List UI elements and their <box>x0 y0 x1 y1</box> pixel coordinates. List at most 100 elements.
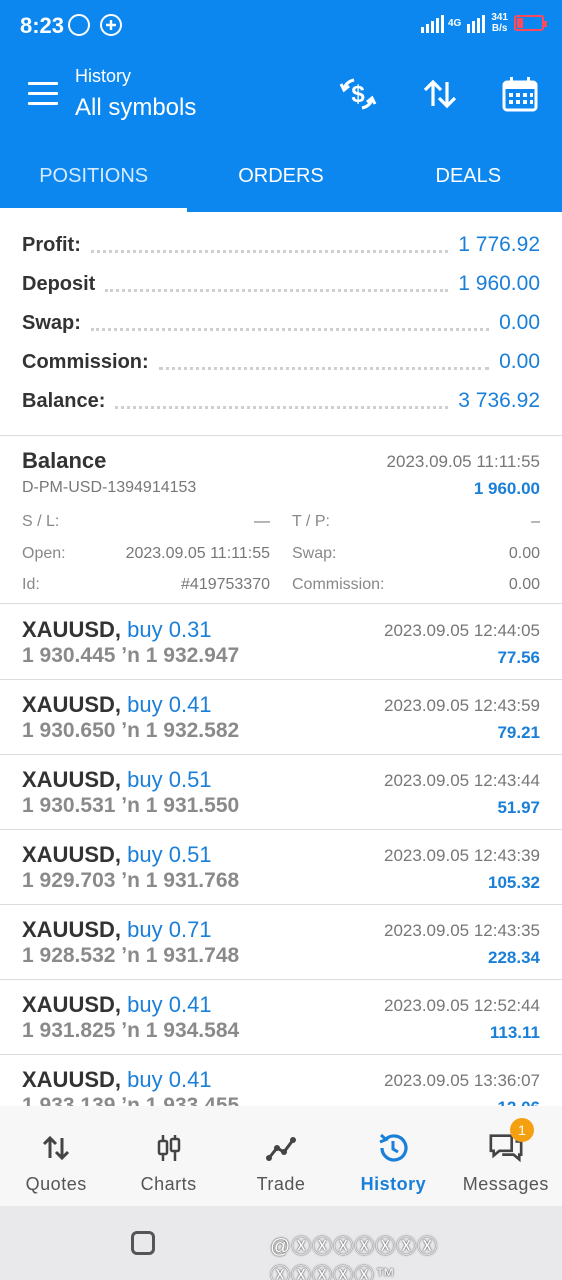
balance-datetime: 2023.09.05 11:11:55 <box>386 452 540 471</box>
list-item[interactable]: XAUUSD, buy 0.41 1 931.825 ʼn 1 934.584 … <box>0 980 562 1055</box>
summary-row-commission: Commission: 0.00 <box>22 350 540 373</box>
trend-line-icon <box>263 1132 299 1164</box>
summary-row-profit: Profit: 1 776.92 <box>22 233 540 256</box>
balance-title: Balance <box>22 448 107 473</box>
candlestick-icon <box>151 1132 187 1164</box>
add-circle-icon <box>100 14 122 36</box>
page-title[interactable]: All symbols <box>75 94 196 122</box>
deal-symbol: XAUUSD, <box>22 617 122 642</box>
svg-text:$: $ <box>351 81 365 108</box>
deal-symbol: XAUUSD, <box>22 692 122 717</box>
nav-charts[interactable]: Charts <box>112 1106 224 1206</box>
deal-side: buy 0.51 <box>127 842 212 867</box>
status-bar: 8:23 4G 341 B/s <box>0 0 562 52</box>
deal-profit: 51.97 <box>497 798 540 817</box>
menu-icon[interactable] <box>28 82 58 106</box>
open-value: 2023.09.05 11:11:55 <box>125 545 270 562</box>
summary-panel: Profit: 1 776.92 Deposit 1 960.00 Swap: … <box>0 212 562 436</box>
tp-label: T / P: <box>292 513 330 530</box>
summary-row-swap: Swap: 0.00 <box>22 311 540 334</box>
sl-value: — <box>254 513 270 530</box>
deal-prices: 1 933.139 ʼn 1 933.455 <box>22 1094 240 1106</box>
commission-label: Commission: <box>292 576 385 593</box>
deal-side: buy 0.51 <box>127 767 212 792</box>
system-navigation-bar: @ⓍⓍⓍⓍⓍⓍⓍ ⓍⓍⓍⓍⓍ™ <box>0 1206 562 1280</box>
deal-side: buy 0.41 <box>127 1067 212 1092</box>
deal-profit: 228.34 <box>488 948 540 967</box>
deal-side: buy 0.41 <box>127 692 212 717</box>
history-tabs: POSITIONS ORDERS DEALS <box>0 136 562 212</box>
nav-trade[interactable]: Trade <box>225 1106 337 1206</box>
deal-datetime: 2023.09.05 12:43:59 <box>384 696 540 715</box>
balance-comment: D-PM-USD-1394914153 <box>22 479 197 496</box>
signal-icon <box>467 13 486 33</box>
deal-symbol: XAUUSD, <box>22 767 122 792</box>
deal-profit: 113.11 <box>489 1023 540 1042</box>
deal-side: buy 0.31 <box>127 617 212 642</box>
deal-datetime: 2023.09.05 12:44:05 <box>384 621 540 640</box>
watermark-text: @ⓍⓍⓍⓍⓍⓍⓍ ⓍⓍⓍⓍⓍ™ <box>270 1236 439 1280</box>
network-type: 4G <box>447 17 462 29</box>
nav-history[interactable]: History <box>337 1106 449 1206</box>
page-subtitle: History <box>75 66 132 86</box>
sort-icon[interactable] <box>418 72 462 116</box>
list-item[interactable]: XAUUSD, buy 0.51 1 930.531 ʼn 1 931.550 … <box>0 755 562 830</box>
deal-symbol: XAUUSD, <box>22 842 122 867</box>
net-speed: 341 B/s <box>491 12 508 34</box>
list-item[interactable]: XAUUSD, buy 0.41 1 933.139 ʼn 1 933.455 … <box>0 1055 562 1106</box>
id-label: Id: <box>22 576 40 593</box>
signal-icon <box>420 13 444 33</box>
deal-datetime: 2023.09.05 12:52:44 <box>384 996 540 1015</box>
messages-badge: 1 <box>510 1118 534 1142</box>
home-button[interactable] <box>131 1231 155 1255</box>
tab-positions[interactable]: POSITIONS <box>0 136 188 212</box>
balance-entry[interactable]: Balance 2023.09.05 11:11:55 D-PM-USD-139… <box>0 436 562 604</box>
swap-value: 0.00 <box>508 545 540 562</box>
deal-profit: 77.56 <box>497 648 540 667</box>
list-item[interactable]: XAUUSD, buy 0.51 1 929.703 ʼn 1 931.768 … <box>0 830 562 905</box>
history-clock-icon <box>375 1132 411 1164</box>
id-value: #419753370 <box>181 576 270 593</box>
deal-datetime: 2023.09.05 12:43:39 <box>384 846 540 865</box>
summary-row-deposit: Deposit 1 960.00 <box>22 272 540 295</box>
status-time: 8:23 <box>20 13 65 38</box>
calendar-icon[interactable] <box>498 72 542 116</box>
sl-label: S / L: <box>22 513 60 530</box>
list-item[interactable]: XAUUSD, buy 0.31 1 930.445 ʼn 1 932.947 … <box>0 605 562 680</box>
deal-prices: 1 930.531 ʼn 1 931.550 <box>22 794 240 817</box>
deal-profit: 79.21 <box>497 723 540 742</box>
deal-symbol: XAUUSD, <box>22 992 122 1017</box>
currency-exchange-icon[interactable]: $ <box>336 72 380 116</box>
swap-label: Swap: <box>292 545 337 562</box>
deal-symbol: XAUUSD, <box>22 917 122 942</box>
deal-symbol: XAUUSD, <box>22 1067 122 1092</box>
quotes-arrows-icon <box>38 1132 74 1164</box>
deal-datetime: 2023.09.05 12:43:35 <box>384 921 540 940</box>
tp-value: – <box>531 513 540 530</box>
list-item[interactable]: XAUUSD, buy 0.71 1 928.532 ʼn 1 931.748 … <box>0 905 562 980</box>
deal-prices: 1 930.445 ʼn 1 932.947 <box>22 644 240 667</box>
open-label: Open: <box>22 545 66 562</box>
deal-datetime: 2023.09.05 12:43:44 <box>384 771 540 790</box>
deal-datetime: 2023.09.05 13:36:07 <box>384 1071 540 1090</box>
balance-amount: 1 960.00 <box>473 479 540 498</box>
nav-messages[interactable]: Messages <box>450 1106 562 1206</box>
deal-prices: 1 928.532 ʼn 1 931.748 <box>22 944 240 967</box>
app-bar: History All symbols $ <box>0 52 562 136</box>
tab-deals[interactable]: DEALS <box>375 136 562 212</box>
tab-orders[interactable]: ORDERS <box>187 136 374 212</box>
deal-profit: 105.32 <box>488 873 540 892</box>
deal-profit: 12.06 <box>497 1098 540 1106</box>
commission-value: 0.00 <box>508 576 540 593</box>
deal-side: buy 0.41 <box>127 992 212 1017</box>
summary-row-balance: Balance: 3 736.92 <box>22 389 540 412</box>
deal-side: buy 0.71 <box>127 917 212 942</box>
deal-prices: 1 931.825 ʼn 1 934.584 <box>22 1019 240 1042</box>
list-item[interactable]: XAUUSD, buy 0.41 1 930.650 ʼn 1 932.582 … <box>0 680 562 755</box>
bottom-navigation: Quotes Charts Trade History Messages <box>0 1106 562 1206</box>
deal-prices: 1 929.703 ʼn 1 931.768 <box>22 869 240 892</box>
whatsapp-icon <box>68 14 90 36</box>
nav-quotes[interactable]: Quotes <box>0 1106 112 1206</box>
deal-prices: 1 930.650 ʼn 1 932.582 <box>22 719 240 742</box>
battery-low-icon <box>514 15 547 31</box>
